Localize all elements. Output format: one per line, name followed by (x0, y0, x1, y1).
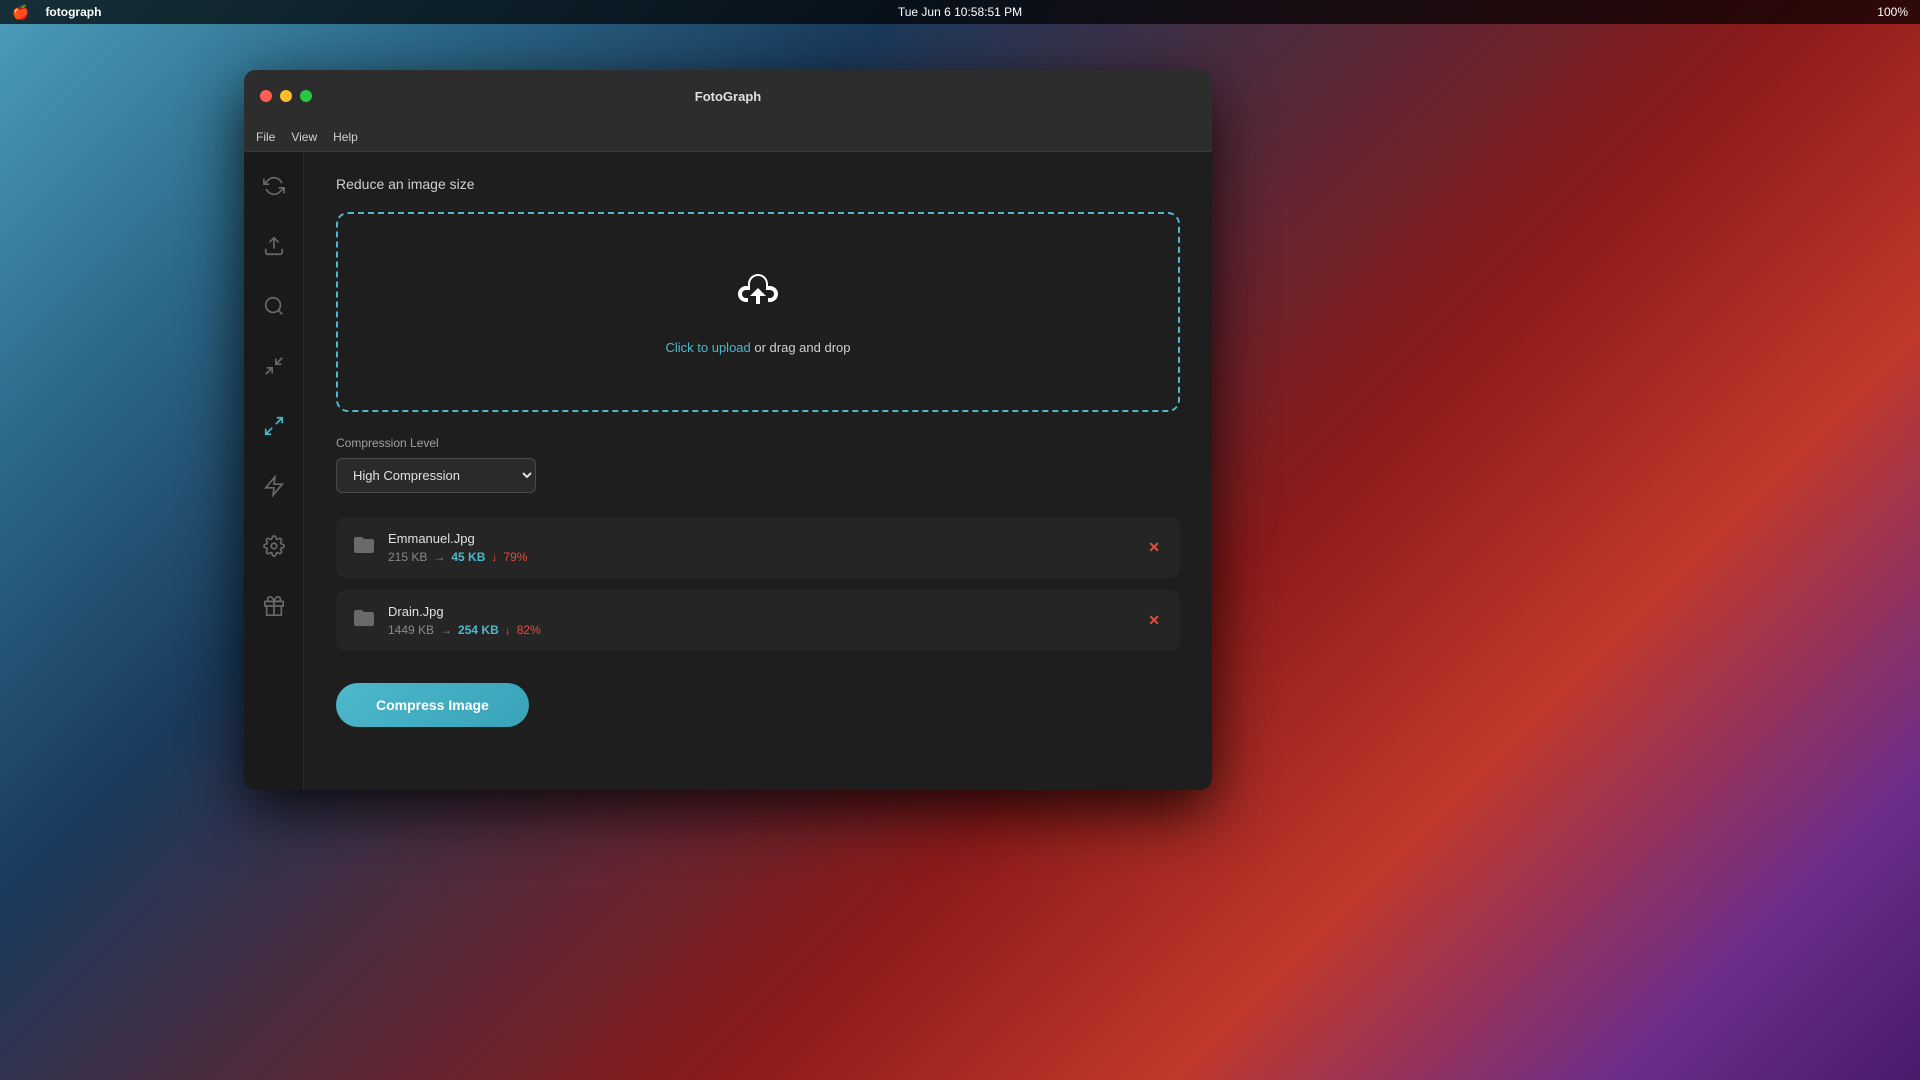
reduction-arrow-icon: ↓ (505, 623, 511, 637)
menubar-datetime: Tue Jun 6 10:58:51 PM (898, 5, 1022, 19)
traffic-lights (244, 90, 312, 102)
file-size-info: 1449 KB → 254 KB ↓ 82% (388, 623, 1132, 637)
upload-cloud-icon (734, 270, 782, 328)
file-remove-button[interactable]: ✕ (1144, 608, 1164, 633)
sidebar-item-upload[interactable] (256, 228, 292, 264)
file-item: Drain.Jpg 1449 KB → 254 KB ↓ 82% ✕ (336, 590, 1180, 651)
compression-section: Compression Level High Compression Mediu… (336, 436, 1180, 493)
file-folder-icon (352, 606, 376, 636)
compression-select[interactable]: High Compression Medium Compression Low … (336, 458, 536, 493)
battery-status: 100% (1877, 5, 1908, 19)
menu-view[interactable]: View (291, 130, 317, 144)
file-folder-icon (352, 533, 376, 563)
size-original: 215 KB (388, 550, 427, 564)
file-name: Drain.Jpg (388, 604, 1132, 619)
file-name: Emmanuel.Jpg (388, 531, 1132, 546)
maximize-button[interactable] (300, 90, 312, 102)
file-info: Emmanuel.Jpg 215 KB → 45 KB ↓ 79% (388, 531, 1132, 564)
file-info: Drain.Jpg 1449 KB → 254 KB ↓ 82% (388, 604, 1132, 637)
titlebar: FotoGraph (244, 70, 1212, 122)
upload-dropzone[interactable]: Click to upload or drag and drop (336, 212, 1180, 412)
content-area: Reduce an image size Click to upload or … (304, 152, 1212, 790)
sidebar-item-compress[interactable] (256, 348, 292, 384)
window-title: FotoGraph (695, 89, 761, 104)
sidebar-item-gift[interactable] (256, 588, 292, 624)
close-button[interactable] (260, 90, 272, 102)
menubar: 🍎 fotograph Tue Jun 6 10:58:51 PM 100% (0, 0, 1920, 24)
main-area: Reduce an image size Click to upload or … (244, 152, 1212, 790)
arrow-icon: → (433, 550, 445, 564)
upload-drag-text: or drag and drop (751, 340, 851, 355)
sidebar (244, 152, 304, 790)
file-item: Emmanuel.Jpg 215 KB → 45 KB ↓ 79% ✕ (336, 517, 1180, 578)
sidebar-item-settings[interactable] (256, 528, 292, 564)
page-title: Reduce an image size (336, 176, 1180, 192)
sidebar-item-recycle[interactable] (256, 168, 292, 204)
menubar-app-name: fotograph (45, 5, 101, 19)
reduction-arrow-icon: ↓ (491, 550, 497, 564)
file-size-info: 215 KB → 45 KB ↓ 79% (388, 550, 1132, 564)
size-reduction: 79% (503, 550, 527, 564)
menu-file[interactable]: File (256, 130, 275, 144)
sidebar-item-lightning[interactable] (256, 468, 292, 504)
upload-link[interactable]: Click to upload (665, 340, 750, 355)
app-window: FotoGraph File View Help (244, 70, 1212, 790)
size-new: 254 KB (458, 623, 499, 637)
menubar-right: 100% (1877, 5, 1908, 19)
compression-label: Compression Level (336, 436, 1180, 450)
sidebar-item-search[interactable] (256, 288, 292, 324)
minimize-button[interactable] (280, 90, 292, 102)
menubar-left: 🍎 fotograph (12, 4, 101, 21)
apple-logo-icon[interactable]: 🍎 (12, 4, 29, 21)
file-remove-button[interactable]: ✕ (1144, 535, 1164, 560)
app-menu-bar: File View Help (244, 122, 1212, 152)
size-new: 45 KB (451, 550, 485, 564)
sidebar-item-expand[interactable] (256, 408, 292, 444)
upload-text: Click to upload or drag and drop (665, 340, 850, 355)
file-list: Emmanuel.Jpg 215 KB → 45 KB ↓ 79% ✕ (336, 517, 1180, 651)
arrow-icon: → (440, 623, 452, 637)
size-reduction: 82% (517, 623, 541, 637)
menu-help[interactable]: Help (333, 130, 358, 144)
size-original: 1449 KB (388, 623, 434, 637)
compress-image-button[interactable]: Compress Image (336, 683, 529, 727)
